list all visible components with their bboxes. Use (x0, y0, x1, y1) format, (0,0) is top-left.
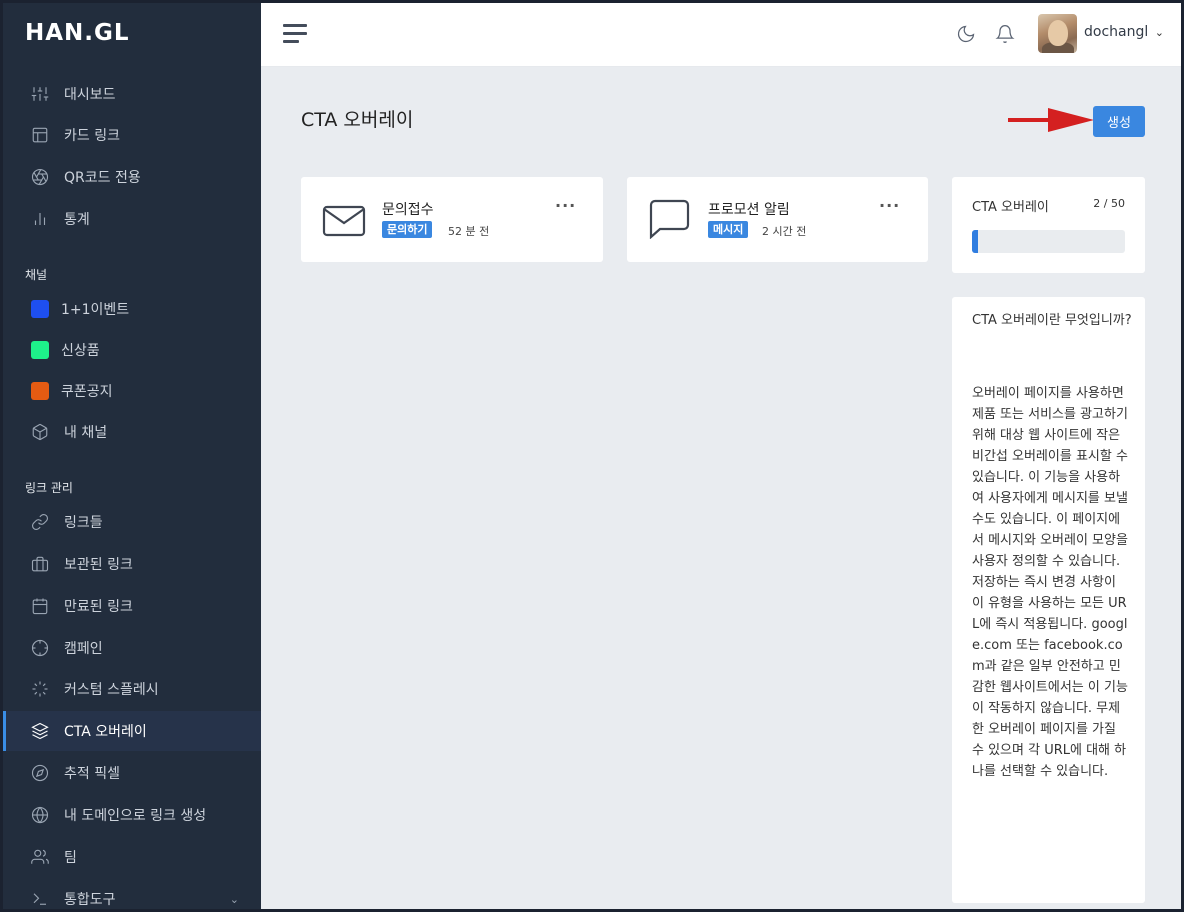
card-time: 52 분 전 (448, 225, 490, 238)
sidebar-item-label: CTA 오버레이 (64, 724, 147, 740)
menu-toggle-icon[interactable] (283, 24, 307, 43)
section-heading-link-management: 링크 관리 (25, 481, 73, 495)
sidebar-item-label: 링크들 (64, 515, 103, 531)
notification-bell-icon[interactable] (995, 24, 1015, 44)
sidebar-item-label: 만료된 링크 (64, 599, 133, 615)
sidebar-item-qr-code[interactable]: QR코드 전용 (3, 157, 261, 197)
chevron-down-icon: ⌄ (229, 892, 239, 906)
briefcase-icon (31, 555, 49, 573)
channel-color-swatch (31, 341, 49, 359)
sidebar-item-label: 카드 링크 (64, 128, 120, 144)
sidebar-item-custom-domain[interactable]: 내 도메인으로 링크 생성 (3, 795, 261, 835)
sidebar-item-label: 캠페인 (64, 641, 103, 657)
usage-title: CTA 오버레이 (972, 200, 1049, 215)
card-badge: 메시지 (708, 221, 749, 238)
card-title[interactable]: 프로모션 알림 (708, 199, 790, 219)
sidebar-item-label: 쿠폰공지 (61, 384, 113, 400)
card-title[interactable]: 문의접수 (382, 199, 434, 219)
brand-logo[interactable]: HAN.GL (25, 20, 130, 46)
sidebar-item-dashboard[interactable]: 대시보드 (3, 74, 261, 114)
sidebar: HAN.GL 대시보드 카드 링크 QR코드 전용 통계 채널 1+1이벤트 신… (0, 0, 261, 912)
info-body: 오버레이 페이지를 사용하면 제품 또는 서비스를 광고하기 위해 대상 웹 사… (972, 386, 1128, 779)
sidebar-item-tracking-pixel[interactable]: 추적 픽셀 (3, 753, 261, 793)
layers-icon (31, 722, 49, 740)
sidebar-item-campaigns[interactable]: 캠페인 (3, 628, 261, 668)
sidebar-item-label: QR코드 전용 (64, 170, 141, 186)
bar-chart-icon (31, 210, 49, 228)
compass-icon (31, 764, 49, 782)
dark-mode-moon-icon[interactable] (956, 24, 976, 44)
usage-progress-bar (972, 230, 1125, 253)
sidebar-item-label: 내 도메인으로 링크 생성 (64, 808, 207, 824)
sidebar-item-team[interactable]: 팀 (3, 837, 261, 877)
overlay-card[interactable]: 문의접수 문의하기 52 분 전 ··· (301, 177, 603, 262)
users-icon (31, 848, 49, 866)
sidebar-item-channel-new-product[interactable]: 신상품 (3, 330, 261, 370)
sidebar-item-my-channel[interactable]: 내 채널 (3, 412, 261, 452)
loader-icon (31, 680, 49, 698)
sidebar-item-links[interactable]: 링크들 (3, 502, 261, 542)
channel-color-swatch (31, 300, 49, 318)
crosshair-icon (31, 639, 49, 657)
info-question: CTA 오버레이란 무엇입니까? (972, 313, 1132, 328)
aperture-icon (31, 168, 49, 186)
sidebar-item-label: 보관된 링크 (64, 557, 133, 573)
sidebar-item-expired-links[interactable]: 만료된 링크 (3, 586, 261, 626)
calendar-icon (31, 597, 49, 615)
more-options-icon[interactable]: ··· (879, 196, 900, 215)
topbar: dochangl ⌄ (261, 0, 1181, 67)
sidebar-item-custom-splash[interactable]: 커스텀 스플레시 (3, 669, 261, 709)
terminal-icon (31, 890, 49, 908)
sidebar-item-label: 커스텀 스플레시 (64, 682, 159, 698)
sidebar-item-label: 추적 픽셀 (64, 766, 120, 782)
globe-icon (31, 806, 49, 824)
sidebar-item-label: 팀 (64, 850, 77, 866)
red-arrow-annotation (1008, 108, 1094, 132)
page-title: CTA 오버레이 (301, 109, 414, 131)
sidebar-item-stats[interactable]: 통계 (3, 199, 261, 239)
usage-progress-fill (972, 230, 979, 253)
user-menu[interactable]: dochangl ⌄ (1084, 24, 1164, 40)
card-time: 2 시간 전 (762, 225, 807, 238)
sidebar-item-cta-overlay[interactable]: CTA 오버레이 (3, 711, 261, 751)
info-card: CTA 오버레이란 무엇입니까? 오버레이 페이지를 사용하면 제품 또는 서비… (952, 297, 1145, 903)
sidebar-item-label: 신상품 (61, 343, 100, 359)
link-icon (31, 513, 49, 531)
sidebar-item-integrations[interactable]: 통합도구 ⌄ (3, 879, 261, 912)
usage-count: 2 / 50 (1093, 197, 1125, 210)
section-heading-channel: 채널 (25, 268, 48, 282)
avatar[interactable] (1038, 14, 1077, 53)
sidebar-item-label: 1+1이벤트 (61, 302, 130, 318)
sidebar-item-channel-event[interactable]: 1+1이벤트 (3, 289, 261, 329)
sidebar-item-archived-links[interactable]: 보관된 링크 (3, 544, 261, 584)
main-content: CTA 오버레이 생성 문의접수 문의하기 52 분 전 ··· 프로모션 알림… (261, 67, 1181, 909)
sidebar-item-label: 통합도구 (64, 892, 116, 908)
channel-color-swatch (31, 382, 49, 400)
username-label: dochangl (1084, 24, 1149, 40)
card-badge: 문의하기 (382, 221, 433, 238)
message-square-icon (648, 199, 692, 240)
sidebar-item-label: 통계 (64, 212, 90, 228)
mail-icon (322, 201, 366, 241)
layout-icon (31, 126, 49, 144)
create-button[interactable]: 생성 (1093, 106, 1145, 137)
sidebar-item-card-link[interactable]: 카드 링크 (3, 115, 261, 155)
box-icon (31, 423, 49, 441)
chevron-down-icon: ⌄ (1154, 26, 1164, 39)
sliders-icon (31, 85, 49, 103)
overlay-card[interactable]: 프로모션 알림 메시지 2 시간 전 ··· (627, 177, 928, 262)
usage-card: CTA 오버레이 2 / 50 (952, 177, 1145, 273)
more-options-icon[interactable]: ··· (555, 196, 576, 215)
sidebar-item-channel-coupon[interactable]: 쿠폰공지 (3, 371, 261, 411)
sidebar-item-label: 내 채널 (64, 425, 108, 441)
sidebar-item-label: 대시보드 (64, 87, 116, 103)
